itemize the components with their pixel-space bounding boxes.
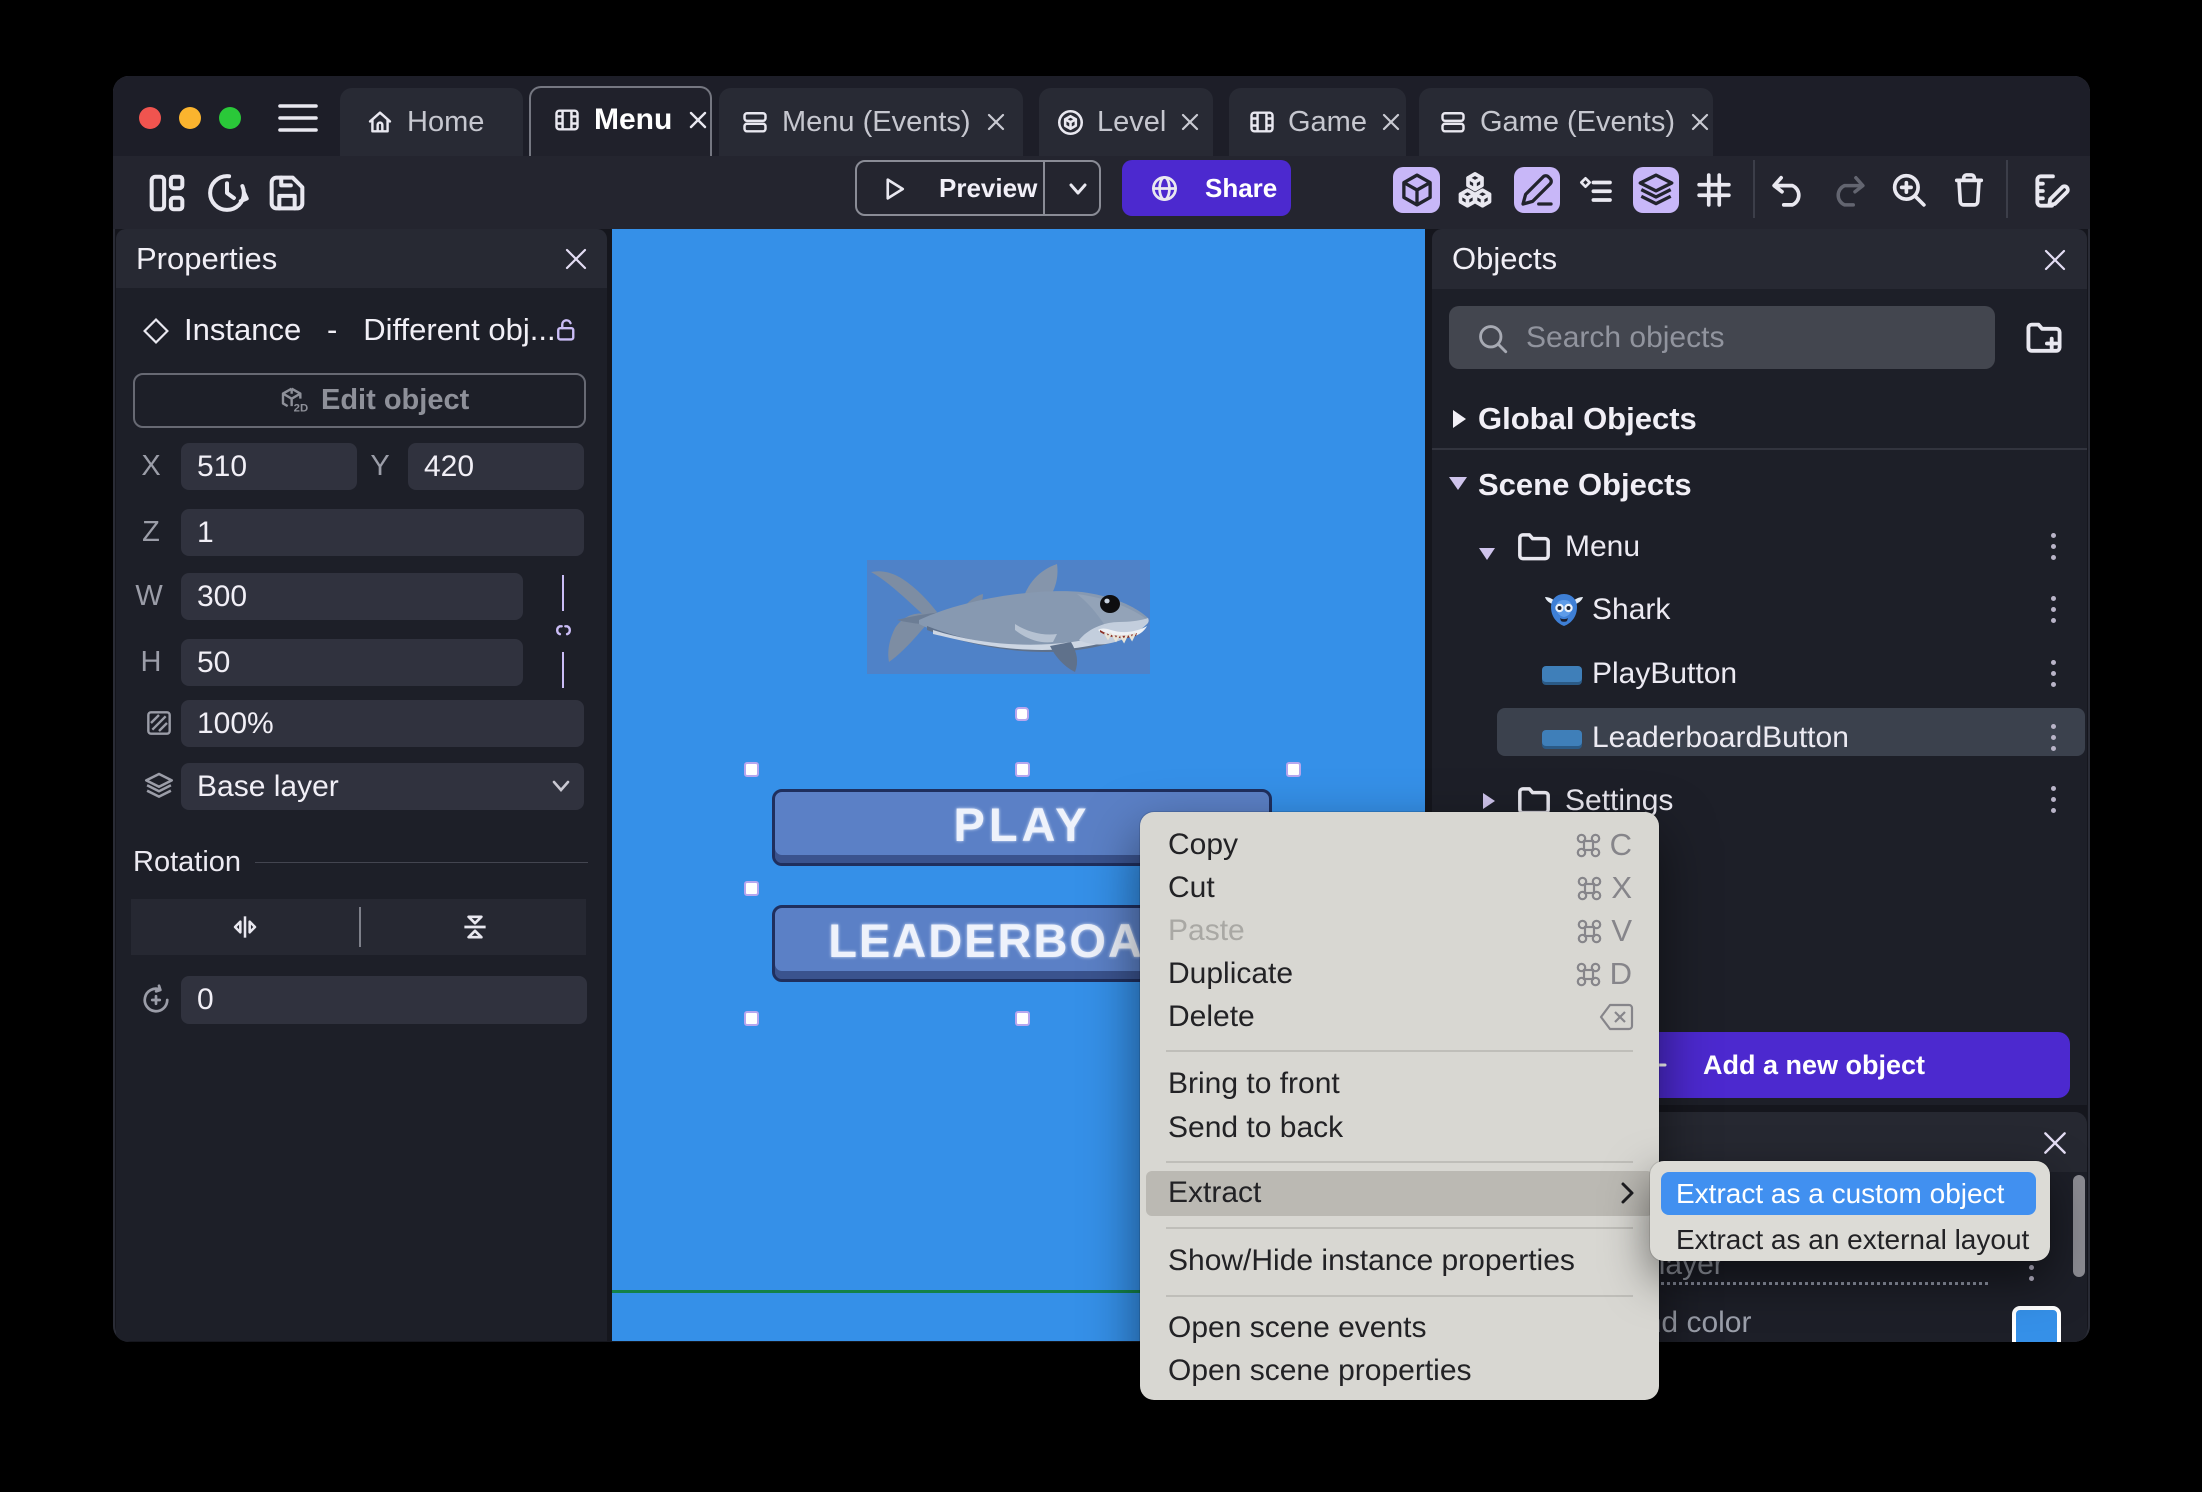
svg-text:2D: 2D	[294, 402, 308, 414]
